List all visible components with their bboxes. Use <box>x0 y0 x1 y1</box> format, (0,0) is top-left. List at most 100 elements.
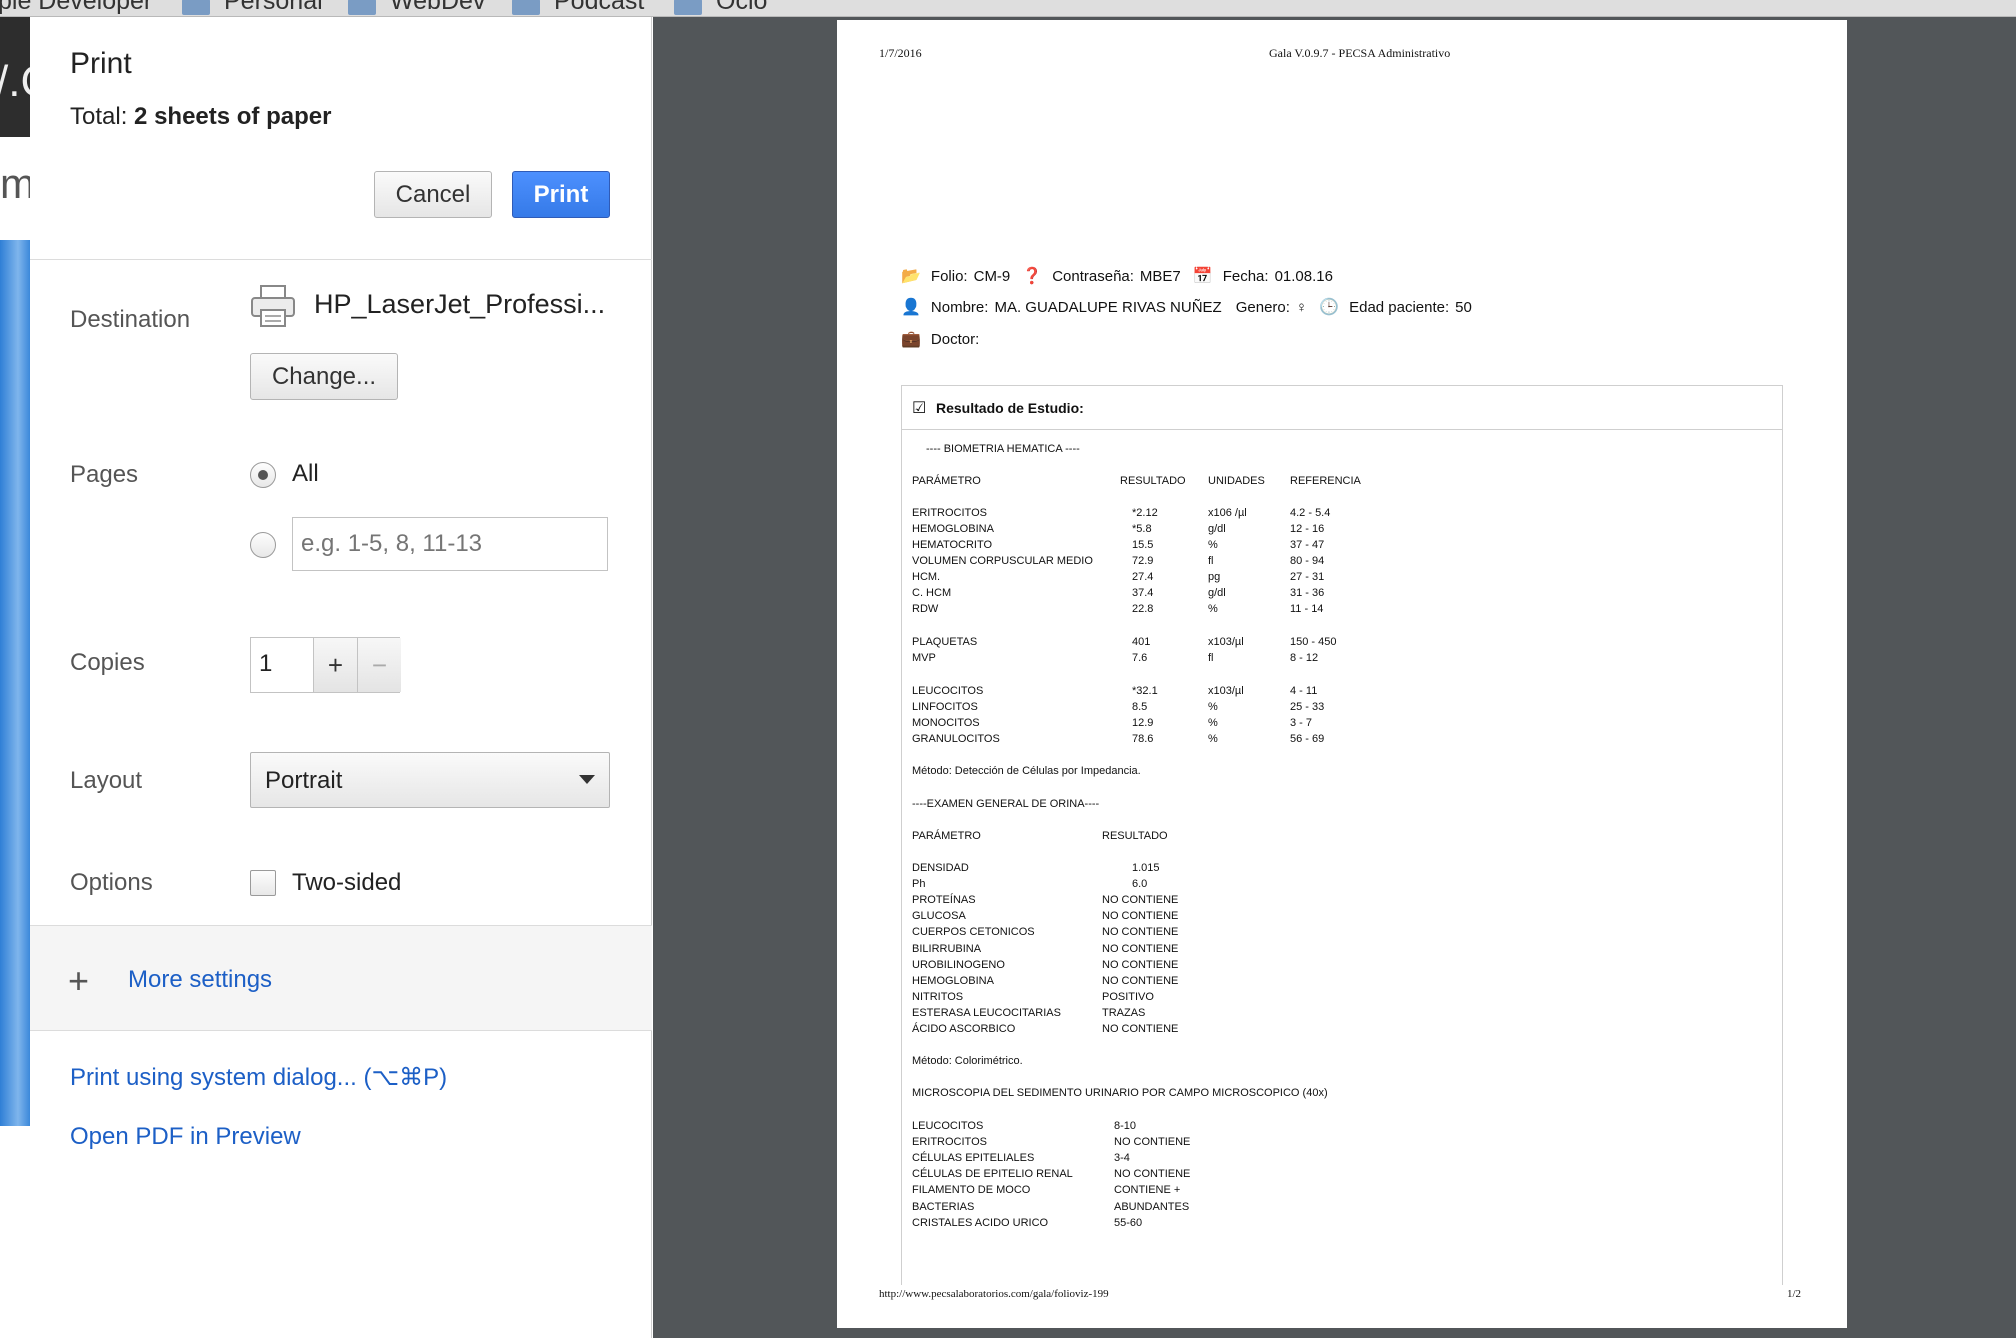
question-circle-icon: ❓ <box>1022 268 1043 285</box>
doc-info-line-2: 👤 Nombre: MA. GUADALUPE RIVAS NUÑEZ Gene… <box>901 297 1472 317</box>
table-header: RESULTADO <box>1120 475 1186 487</box>
copies-decrement-button[interactable]: − <box>357 638 401 692</box>
age-label: Edad paciente: <box>1349 298 1450 316</box>
result-title: Resultado de Estudio: <box>936 400 1084 416</box>
name-value: MA. GUADALUPE RIVAS NUÑEZ <box>994 298 1222 316</box>
table-cell: FILAMENTO DE MOCO <box>912 1184 1031 1197</box>
table-cell: 12.9 <box>1132 717 1154 729</box>
table-cell: % <box>1208 717 1218 729</box>
gender-label: Genero: <box>1235 298 1290 316</box>
table-cell: NITRITOS <box>912 990 964 1003</box>
result-panel-header: ☑ Resultado de Estudio: <box>902 386 1782 430</box>
cancel-button[interactable]: Cancel <box>374 171 492 218</box>
table-cell: 1.015 <box>1132 862 1160 874</box>
table-cell: 56 - 69 <box>1290 733 1325 745</box>
divider <box>30 259 652 260</box>
pages-custom-radio[interactable] <box>250 532 276 558</box>
table-cell: HEMOGLOBINA <box>912 523 994 535</box>
table-cell: BACTERIAS <box>912 1200 975 1213</box>
print-button[interactable]: Print <box>512 171 610 218</box>
two-sided-checkbox[interactable] <box>250 870 276 896</box>
copies-increment-button[interactable]: + <box>313 638 357 692</box>
folder-icon <box>182 0 210 15</box>
doc-info-line-3: 💼 Doctor: <box>901 329 979 349</box>
section-title: ---- BIOMETRIA HEMATICA ---- <box>926 443 1080 455</box>
total-value: 2 sheets of paper <box>134 103 332 130</box>
table-cell: 22.8 <box>1132 603 1154 615</box>
destination-printer-name: HP_LaserJet_Professi... <box>314 289 606 319</box>
table-cell: GLUCOSA <box>912 910 966 923</box>
table-cell: HEMATOCRITO <box>912 539 993 551</box>
table-cell: *2.12 <box>1132 507 1158 519</box>
table-cell: 7.6 <box>1132 652 1148 664</box>
change-destination-button[interactable]: Change... <box>250 353 398 400</box>
table-cell: UROBILINOGENO <box>912 958 1005 971</box>
result-panel: ☑ Resultado de Estudio: ---- BIOMETRIA H… <box>901 385 1783 1285</box>
table-cell: % <box>1208 603 1218 615</box>
table-cell: 27 - 31 <box>1290 571 1325 583</box>
printer-icon <box>251 285 295 327</box>
bookmark-label: WebDev <box>390 0 486 15</box>
table-cell: NO CONTIENE <box>1102 974 1179 987</box>
chevron-down-icon <box>579 775 595 784</box>
table-cell: ERITROCITOS <box>912 1136 987 1149</box>
folder-icon <box>674 0 702 15</box>
table-cell: 72.9 <box>1132 555 1154 567</box>
table-cell: ABUNDANTES <box>1114 1200 1190 1213</box>
table-cell: 3 - 7 <box>1290 717 1313 729</box>
table-cell: NO CONTIENE <box>1114 1136 1191 1149</box>
layout-select[interactable]: Portrait <box>250 752 610 808</box>
table-cell: NO CONTIENE <box>1102 910 1179 923</box>
dialog-title: Print <box>70 47 132 80</box>
doc-footer-page: 1/2 <box>1787 1288 1802 1300</box>
table-cell: % <box>1208 701 1218 713</box>
bookmark-label: Personal <box>224 0 323 15</box>
section-title: MICROSCOPIA DEL SEDIMENTO URINARIO POR C… <box>912 1087 1328 1099</box>
doc-footer-url: http://www.pecsalaboratorios.com/gala/fo… <box>879 1288 1109 1300</box>
table-cell: MVP <box>912 652 936 664</box>
bookmark-item[interactable]: Ocio <box>674 0 767 16</box>
copies-input[interactable]: 1 <box>251 638 313 692</box>
bookmark-item[interactable]: WebDev <box>348 0 485 16</box>
table-cell: 6.0 <box>1132 878 1148 891</box>
table-cell: *5.8 <box>1132 523 1152 535</box>
table-cell: LEUCOCITOS <box>912 685 984 697</box>
table-cell: % <box>1208 539 1218 551</box>
table-cell: CRISTALES ACIDO URICO <box>912 1216 1049 1229</box>
table-cell: 11 - 14 <box>1290 603 1324 615</box>
table-cell: g/dl <box>1208 523 1226 535</box>
table-cell: 4.2 - 5.4 <box>1290 507 1331 519</box>
open-pdf-preview-link[interactable]: Open PDF in Preview <box>70 1123 301 1151</box>
destination-label: Destination <box>70 306 191 333</box>
doc-info-line-1: 📂 Folio: CM-9 ❓ Contraseña: MBE7 📅 Fecha… <box>901 266 1333 286</box>
password-value: MBE7 <box>1139 267 1181 285</box>
pages-all-radio[interactable] <box>250 462 276 488</box>
more-settings-row[interactable]: + More settings <box>30 925 652 1031</box>
table-cell: MONOCITOS <box>912 717 980 729</box>
table-cell: 3-4 <box>1114 1152 1130 1165</box>
background-page-header: /.C <box>0 17 30 137</box>
more-settings-link[interactable]: More settings <box>128 966 272 994</box>
preview-page[interactable]: 1/7/2016 Gala V.0.9.7 - PECSA Administra… <box>837 20 1847 1328</box>
method-note: Método: Colorimétrico. <box>912 1055 1023 1067</box>
table-cell: x103/µl <box>1208 636 1244 648</box>
table-cell: HCM. <box>912 571 941 583</box>
plus-icon: + <box>68 960 90 1001</box>
folio-label: Folio: <box>930 267 968 285</box>
bookmark-item[interactable]: Podcast <box>512 0 644 16</box>
bookmark-item[interactable]: ple Developer <box>0 0 152 16</box>
table-cell: POSITIVO <box>1102 990 1154 1003</box>
table-cell: NO CONTIENE <box>1102 894 1179 907</box>
table-cell: 55-60 <box>1114 1216 1143 1229</box>
pages-range-input[interactable] <box>292 517 608 571</box>
doc-header-title: Gala V.0.9.7 - PECSA Administrativo <box>1269 46 1451 60</box>
folder-icon <box>348 0 376 15</box>
table-header: RESULTADO <box>1102 830 1168 842</box>
table-cell: 25 - 33 <box>1290 701 1325 713</box>
bookmark-item[interactable]: Personal <box>182 0 323 16</box>
table-cell: 37 - 47 <box>1290 539 1325 551</box>
table-cell: 401 <box>1132 636 1151 648</box>
table-cell: PROTEÍNAS <box>912 894 976 907</box>
system-dialog-link[interactable]: Print using system dialog... (⌥⌘P) <box>70 1063 447 1092</box>
table-cell: 8.5 <box>1132 701 1148 713</box>
